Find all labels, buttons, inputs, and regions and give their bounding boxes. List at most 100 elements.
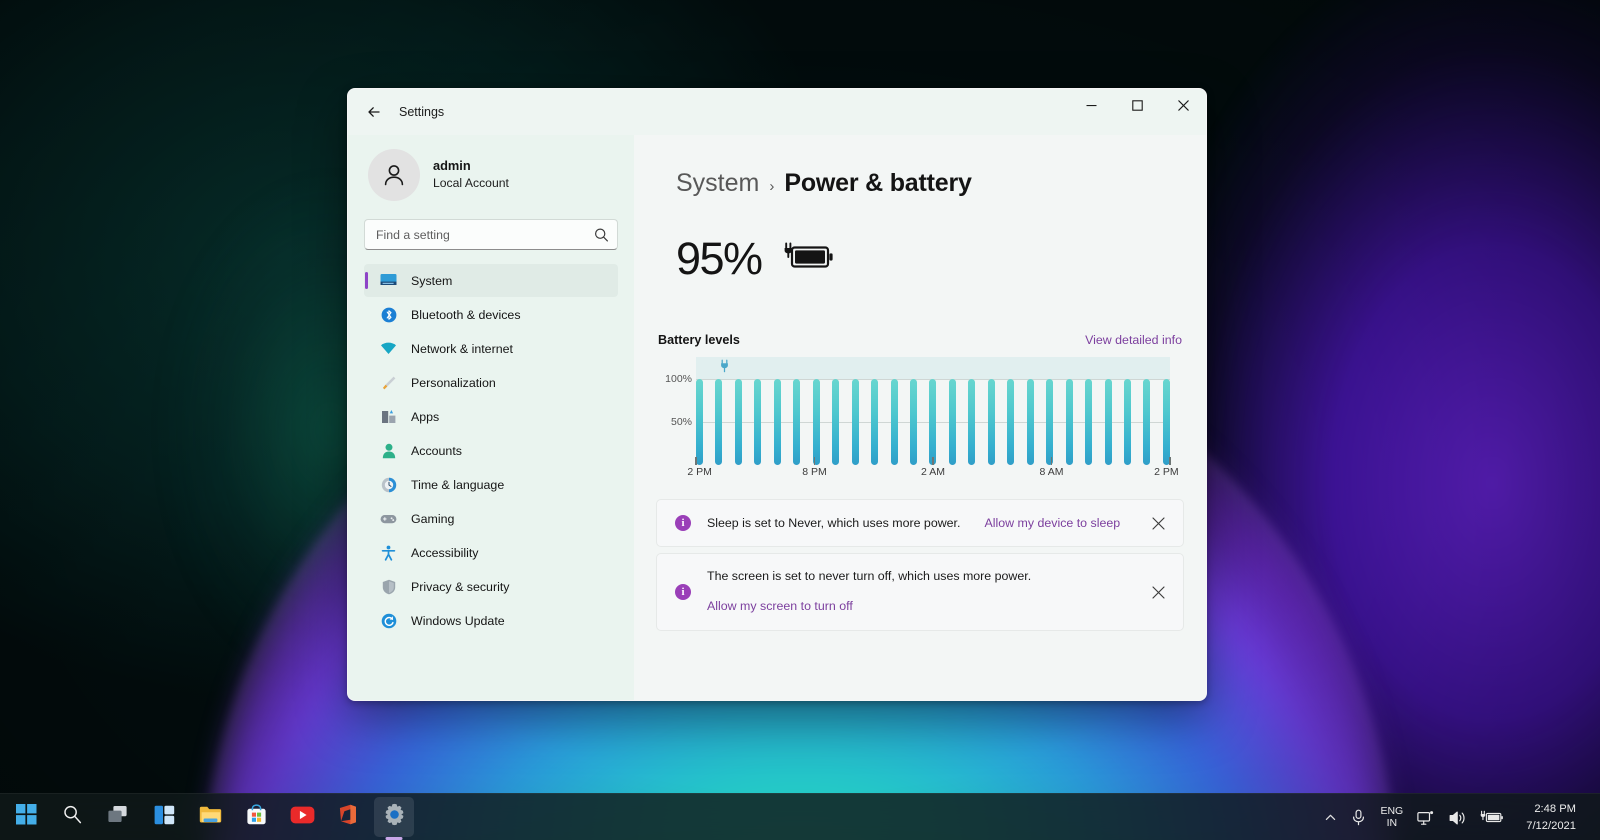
- x-axis-tick: [932, 457, 934, 465]
- sidebar-item-time-language[interactable]: Time & language: [364, 468, 618, 501]
- taskbar-items: [0, 797, 414, 837]
- allow-screen-to-turn-off-link[interactable]: Allow my screen to turn off: [707, 599, 853, 613]
- maximize-button[interactable]: [1114, 89, 1160, 121]
- view-detailed-info-link[interactable]: View detailed info: [1085, 333, 1182, 347]
- widgets-button[interactable]: [144, 797, 184, 837]
- minimize-button[interactable]: [1068, 89, 1114, 121]
- language-indicator[interactable]: ENG IN: [1374, 799, 1409, 837]
- chart-bar: [929, 379, 937, 465]
- notification-text: The screen is set to never turn off, whi…: [707, 569, 1032, 583]
- sidebar-label: Accessibility: [411, 545, 479, 560]
- office-button[interactable]: [328, 797, 368, 837]
- x-axis-label: 2 PM: [687, 466, 712, 478]
- chart-bar: [1085, 379, 1093, 465]
- sidebar-item-privacy-security[interactable]: Privacy & security: [364, 570, 618, 603]
- chart-bar: [1026, 379, 1034, 465]
- chart-bar: [812, 379, 820, 465]
- x-axis-label: 2 PM: [1154, 466, 1179, 478]
- chart-bar: [1123, 379, 1131, 465]
- info-icon: i: [675, 584, 691, 600]
- bluetooth-icon: [380, 306, 397, 323]
- back-arrow-icon[interactable]: [358, 96, 390, 128]
- task-view-icon: [107, 805, 129, 830]
- microphone-icon[interactable]: [1345, 799, 1372, 837]
- office-icon: [339, 804, 357, 830]
- chart-bar: [1162, 379, 1170, 465]
- folder-icon: [199, 805, 222, 829]
- windows-logo-icon: [15, 804, 37, 830]
- sidebar-item-apps[interactable]: Apps: [364, 400, 618, 433]
- search-icon: [62, 804, 83, 830]
- youtube-button[interactable]: [282, 797, 322, 837]
- sidebar-label: Privacy & security: [411, 579, 510, 594]
- sidebar-item-system[interactable]: System: [364, 264, 618, 297]
- window-body: admin Local Account Find a setting Syste…: [348, 135, 1206, 700]
- x-axis-label: 8 AM: [1039, 466, 1064, 478]
- file-explorer-button[interactable]: [190, 797, 230, 837]
- battery-status: 95%: [676, 236, 1184, 281]
- widgets-icon: [154, 805, 175, 830]
- sidebar-label: Bluetooth & devices: [411, 307, 521, 322]
- chart-bar: [851, 379, 859, 465]
- gamepad-icon: [380, 510, 397, 527]
- battery-charging-icon[interactable]: [1474, 799, 1510, 837]
- allow-device-to-sleep-link[interactable]: Allow my device to sleep: [984, 516, 1120, 530]
- sidebar-label: Network & internet: [411, 341, 513, 356]
- page-title: Power & battery: [784, 169, 972, 197]
- notification-text: Sleep is set to Never, which uses more p…: [707, 516, 961, 530]
- notification-card-screen: i The screen is set to never turn off, w…: [656, 553, 1184, 631]
- chart-bar: [1143, 379, 1151, 465]
- account-name: admin: [433, 157, 471, 173]
- microsoft-store-button[interactable]: [236, 797, 276, 837]
- task-view-button[interactable]: [98, 797, 138, 837]
- start-button[interactable]: [6, 797, 46, 837]
- sidebar-label: Personalization: [411, 375, 496, 390]
- sidebar-item-accessibility[interactable]: Accessibility: [364, 536, 618, 569]
- sidebar-label: Apps: [411, 409, 440, 424]
- x-axis-tick: [813, 457, 816, 465]
- account-summary[interactable]: admin Local Account: [364, 135, 618, 219]
- system-tray: ENG IN 2:48 PM 7/12/2021: [1318, 794, 1600, 840]
- update-refresh-icon: [380, 612, 397, 629]
- y-axis-label-100: 100%: [665, 373, 692, 385]
- person-avatar-icon: [368, 149, 420, 201]
- x-axis-label: 2 AM: [921, 466, 945, 478]
- chart-bar: [773, 379, 781, 465]
- notification-card-sleep: i Sleep is set to Never, which uses more…: [656, 499, 1184, 547]
- search-container: [364, 219, 618, 250]
- search-icon: [593, 226, 610, 243]
- breadcrumb-parent[interactable]: System: [676, 169, 759, 198]
- sidebar-item-gaming[interactable]: Gaming: [364, 502, 618, 535]
- sidebar-item-network-internet[interactable]: Network & internet: [364, 332, 618, 365]
- chart-x-axis: 2 PM 8 PM 2 AM 8 AM 2 PM: [687, 457, 1179, 479]
- close-button[interactable]: [1160, 89, 1206, 121]
- network-monitor-icon[interactable]: [1411, 799, 1441, 837]
- close-icon[interactable]: [1143, 577, 1173, 607]
- x-axis-label: 8 PM: [802, 466, 827, 478]
- search-button[interactable]: [52, 797, 92, 837]
- sidebar-item-personalization[interactable]: Personalization: [364, 366, 618, 399]
- battery-charging-icon: [780, 238, 840, 279]
- chart-bar: [793, 379, 801, 465]
- sidebar-item-bluetooth-devices[interactable]: Bluetooth & devices: [364, 298, 618, 331]
- search-input[interactable]: [364, 219, 618, 250]
- sidebar-item-windows-update[interactable]: Windows Update: [364, 604, 618, 637]
- chevron-up-icon[interactable]: [1318, 799, 1343, 837]
- sidebar-label: System: [411, 273, 453, 288]
- sidebar-label: Accounts: [411, 443, 462, 458]
- language-primary: ENG: [1380, 804, 1404, 817]
- chart-plot-area: [696, 357, 1170, 465]
- main-content: System › Power & battery 95% Battery lev…: [634, 135, 1206, 700]
- section-title: Battery levels: [658, 333, 740, 347]
- chart-bar: [1065, 379, 1073, 465]
- sidebar-item-accounts[interactable]: Accounts: [364, 434, 618, 467]
- store-bag-icon: [246, 804, 267, 830]
- settings-button[interactable]: [374, 797, 414, 837]
- close-icon[interactable]: [1143, 508, 1173, 538]
- clock-date-button[interactable]: 2:48 PM 7/12/2021: [1512, 799, 1590, 837]
- chart-bar: [987, 379, 995, 465]
- speaker-icon[interactable]: [1443, 799, 1472, 837]
- y-axis-label-50: 50%: [670, 416, 692, 428]
- sidebar-label: Windows Update: [411, 613, 505, 628]
- sidebar: admin Local Account Find a setting Syste…: [348, 135, 634, 700]
